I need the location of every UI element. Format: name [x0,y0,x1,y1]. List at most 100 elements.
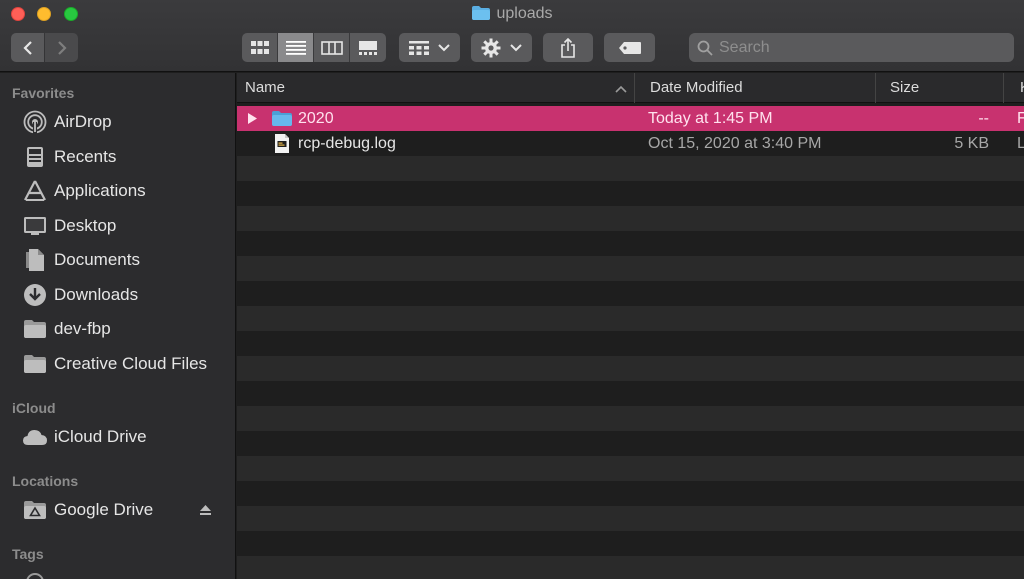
empty-row [237,431,1024,456]
empty-row [237,456,1024,481]
search-icon [697,40,713,56]
sidebar-heading-favorites: Favorites [12,85,75,101]
column-header-date-modified[interactable]: Date Modified [642,73,876,103]
empty-row [237,531,1024,556]
group-by-button[interactable] [399,33,460,62]
eject-icon[interactable] [199,503,212,521]
chevron-down-icon [509,43,522,51]
share-icon [561,37,575,58]
drive-icon [22,497,48,523]
grid-icon [250,40,269,54]
empty-row [237,256,1024,281]
sidebar: Favorites AirDrop Recents Applications D… [0,73,236,579]
folder-icon [471,5,491,26]
chevron-left-icon [22,40,32,55]
sidebar-item-icloud-drive[interactable]: iCloud Drive [22,422,232,452]
file-date-modified: Today at 1:45 PM [648,110,773,127]
empty-row [237,406,1024,431]
toolbar: uploads [0,0,1024,72]
sort-ascending-icon [615,85,627,93]
icon-view-button[interactable] [242,33,278,62]
column-header-kind[interactable]: K [1012,73,1024,103]
columns-icon [320,40,343,55]
sidebar-item-dev-fbp[interactable]: dev-fbp [22,314,232,344]
recents-icon [22,144,48,170]
sidebar-item-downloads[interactable]: Downloads [22,280,232,310]
sidebar-item-label: Desktop [54,216,117,235]
file-size: -- [978,110,989,127]
empty-row [237,156,1024,181]
empty-row [237,281,1024,306]
column-header-size[interactable]: Size [882,73,1004,103]
sidebar-item-label: dev-fbp [54,319,111,338]
sidebar-item-google-drive[interactable]: Google Drive [22,495,232,525]
sidebar-item-label: Recents [54,147,117,166]
sidebar-heading-icloud: iCloud [12,400,56,416]
empty-row [237,231,1024,256]
list-view-button[interactable] [278,33,314,62]
window-title-text: uploads [496,5,553,22]
column-header: Name Date Modified Size K [237,73,1024,103]
downloads-icon [22,282,48,308]
search-field[interactable] [689,33,1014,62]
gear-icon [481,38,500,57]
sidebar-item-recents[interactable]: Recents [22,142,232,172]
empty-row [237,356,1024,381]
file-list: Name Date Modified Size K 2020 Today at … [237,73,1024,579]
sidebar-item-label: Google Drive [54,500,154,519]
tag-icon [618,41,641,54]
empty-row [237,556,1024,579]
gallery-icon [359,40,377,55]
back-button[interactable] [11,33,44,62]
action-menu-button[interactable] [471,33,532,62]
desktop-icon [22,213,48,239]
sidebar-item-label: Applications [54,181,146,200]
forward-button[interactable] [45,33,78,62]
disclosure-triangle-icon[interactable] [247,113,258,124]
sidebar-heading-locations: Locations [12,473,79,489]
file-kind: F [1017,110,1024,127]
file-rows: 2020 Today at 1:45 PM -- F rcp-debug.log… [237,106,1024,579]
sidebar-heading-tags: Tags [12,546,44,562]
group-grid-icon [408,40,429,55]
empty-row [237,381,1024,406]
sidebar-item-label: AirDrop [54,112,112,131]
sidebar-item-documents[interactable]: Documents [22,245,232,275]
sidebar-item-label: Creative Cloud Files [54,354,208,373]
chevron-right-icon [57,40,67,55]
sidebar-item-applications[interactable]: Applications [22,176,232,206]
table-row[interactable]: 2020 Today at 1:45 PM -- F [237,106,1024,131]
empty-row [237,306,1024,331]
sidebar-item-label: Downloads [54,285,139,304]
log-file-icon [275,134,289,153]
sidebar-item-label: Documents [54,250,140,269]
search-input[interactable] [719,38,999,57]
cloud-icon [22,424,48,450]
file-name: rcp-debug.log [298,135,396,152]
table-row[interactable]: rcp-debug.log Oct 15, 2020 at 3:40 PM 5 … [237,131,1024,156]
gallery-view-button[interactable] [350,33,386,62]
documents-icon [22,247,48,273]
empty-row [237,481,1024,506]
list-icon [285,40,306,55]
applications-icon [22,178,48,204]
chevron-down-icon [437,43,450,51]
tag-color-icon[interactable] [26,573,44,579]
airdrop-icon [22,109,48,135]
folder-icon [272,111,292,126]
file-size: 5 KB [954,135,989,152]
file-kind: L [1017,135,1024,152]
file-date-modified: Oct 15, 2020 at 3:40 PM [648,135,822,152]
sidebar-item-airdrop[interactable]: AirDrop [22,107,232,137]
folder-icon [22,351,48,377]
empty-row [237,331,1024,356]
sidebar-item-creative-cloud-files[interactable]: Creative Cloud Files [22,349,232,379]
folder-icon [22,316,48,342]
tags-button[interactable] [604,33,655,62]
file-name: 2020 [298,110,334,127]
column-view-button[interactable] [314,33,350,62]
share-button[interactable] [543,33,593,62]
column-header-name[interactable]: Name [237,73,635,103]
empty-row [237,206,1024,231]
sidebar-item-desktop[interactable]: Desktop [22,211,232,241]
